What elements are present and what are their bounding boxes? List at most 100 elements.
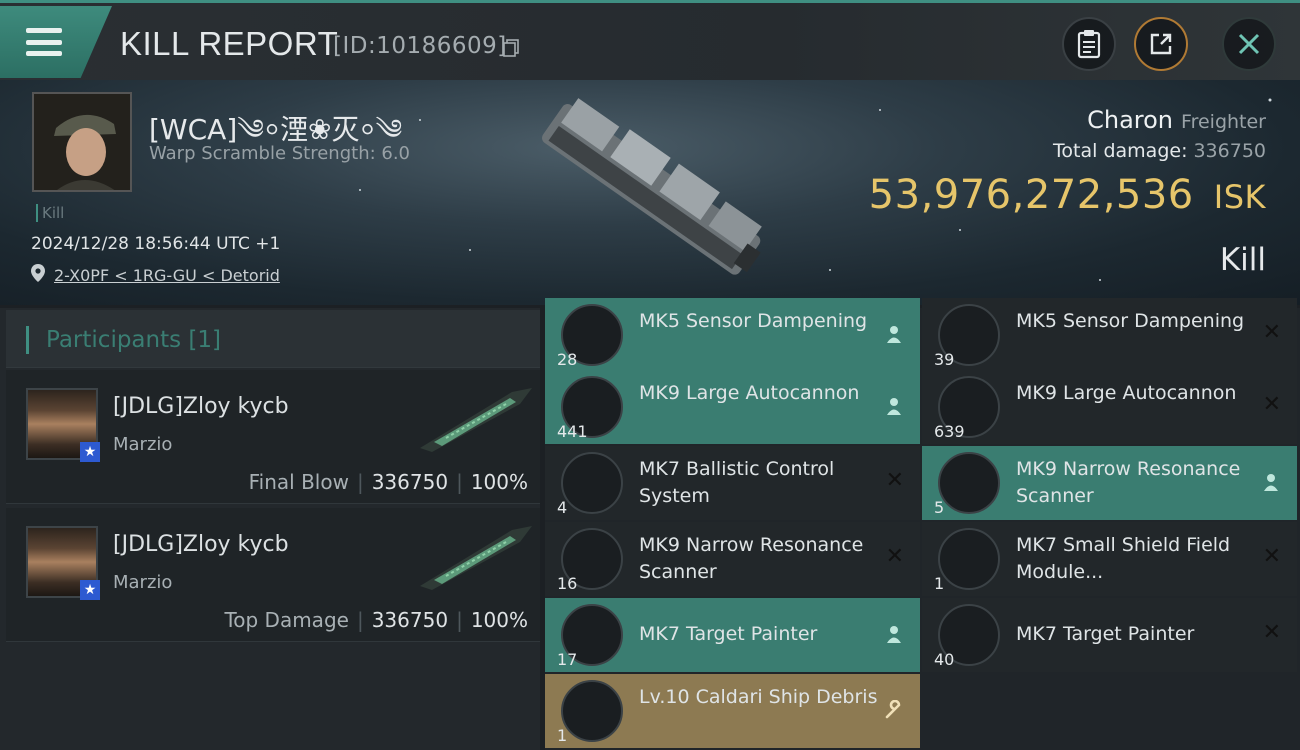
- participants-title: Participants [1]: [46, 327, 222, 353]
- items-grid: 28 MK5 Sensor Dampening 39 MK5 Sensor Da…: [545, 298, 1300, 750]
- item-name: MK7 Ballistic Control System: [639, 458, 835, 507]
- participants-header: Participants [1]: [6, 310, 540, 368]
- item-quantity: 4: [557, 498, 568, 517]
- close-button[interactable]: [1222, 17, 1276, 71]
- item-row[interactable]: 5 MK9 Narrow Resonance Scanner: [922, 446, 1297, 520]
- total-damage-label: Total damage:: [1053, 140, 1188, 162]
- copy-icon[interactable]: [503, 39, 519, 57]
- victim-avatar[interactable]: [32, 92, 132, 192]
- report-id: [ID:10186609]: [333, 33, 507, 59]
- item-name: Lv.10 Caldari Ship Debris: [639, 686, 878, 708]
- hamburger-icon: [26, 28, 62, 56]
- location-pin-icon: [31, 264, 45, 282]
- item-quantity: 5: [934, 498, 945, 517]
- kill-location-link[interactable]: 2-X0PF < 1RG-GU < Detorid: [54, 266, 280, 285]
- warp-scramble-strength: Warp Scramble Strength: 6.0: [149, 143, 411, 164]
- participant-card[interactable]: ★ [JDLG]Zloy kycb Marzio Final Blow | 3367…: [6, 370, 540, 504]
- item-quantity: 1: [557, 726, 568, 745]
- item-row[interactable]: 40 MK7 Target Painter ✕: [922, 598, 1297, 672]
- item-quantity: 1: [934, 574, 945, 593]
- close-icon: [1238, 33, 1260, 55]
- participant-ship-image: [420, 526, 532, 590]
- menu-button[interactable]: [0, 6, 112, 78]
- participants-panel: Participants [1] ★ [JDLG]Zloy kycb Marzi…: [0, 308, 540, 750]
- item-quantity: 17: [557, 650, 578, 669]
- item-name: MK7 Target Painter: [639, 623, 818, 645]
- participant-ship: Marzio: [113, 434, 173, 455]
- person-icon: [887, 626, 901, 643]
- wrench-icon: [885, 700, 901, 719]
- total-damage: Total damage: 336750: [1053, 140, 1266, 162]
- ship-class: Freighter: [1181, 111, 1266, 133]
- person-icon: [1264, 474, 1278, 491]
- freighter-ship-image: [542, 98, 762, 275]
- isk-unit: ISK: [1213, 178, 1266, 216]
- destroyed-x-icon: ✕: [885, 468, 904, 493]
- destroyed-x-icon: ✕: [1262, 392, 1281, 417]
- participant-ship-image: [420, 388, 532, 452]
- participant-role: Top Damage: [224, 608, 349, 632]
- item-row[interactable]: 39 MK5 Sensor Dampening ✕: [922, 298, 1297, 372]
- item-row[interactable]: 1 Lv.10 Caldari Ship Debris: [545, 674, 920, 748]
- item-quantity: 40: [934, 650, 955, 669]
- victim-banner: [WCA]༄⸰湮❀灭⸰༄ Warp Scramble Strength: 6.0…: [0, 80, 1300, 305]
- kill-result-label: Kill: [1219, 242, 1266, 278]
- destroyed-x-icon: ✕: [1262, 544, 1281, 569]
- item-row[interactable]: 639 MK9 Large Autocannon ✕: [922, 370, 1297, 444]
- total-damage-value: 336750: [1193, 140, 1266, 162]
- page-title: KILL REPORT: [120, 25, 339, 62]
- person-icon: [887, 398, 901, 415]
- participant-role: Final Blow: [248, 470, 349, 494]
- clipboard-button[interactable]: [1062, 17, 1116, 71]
- item-row[interactable]: 441 MK9 Large Autocannon: [545, 370, 920, 444]
- item-name: MK7 Target Painter: [1016, 623, 1195, 645]
- participant-damage: 336750: [371, 608, 449, 632]
- item-name: MK9 Large Autocannon: [639, 382, 860, 404]
- share-icon: [1150, 33, 1172, 55]
- item-quantity: 28: [557, 350, 578, 369]
- destroyed-x-icon: ✕: [885, 544, 904, 569]
- ship-type: Charon: [1087, 106, 1174, 134]
- clipboard-icon: [1077, 30, 1101, 59]
- item-name: MK5 Sensor Dampening: [1016, 310, 1245, 332]
- victim-name[interactable]: [WCA]༄⸰湮❀灭⸰༄: [149, 98, 402, 177]
- kill-datetime: 2024/12/28 18:56:44 UTC +1: [31, 234, 281, 254]
- item-row[interactable]: 1 MK7 Small Shield Field Module... ✕: [922, 522, 1297, 596]
- item-name: MK9 Narrow Resonance Scanner: [1016, 458, 1241, 507]
- item-name: MK5 Sensor Dampening: [639, 310, 868, 332]
- ship-debris-icon: [561, 680, 623, 742]
- participant-ship: Marzio: [113, 572, 173, 593]
- person-icon: [887, 326, 901, 343]
- resonance-scanner-icon: [938, 452, 1000, 514]
- ballistic-control-icon: [561, 452, 623, 514]
- star-icon: ★: [80, 580, 100, 600]
- participant-stat: Top Damage | 336750 | 100%: [224, 608, 528, 632]
- share-button[interactable]: [1134, 17, 1188, 71]
- item-quantity: 639: [934, 422, 965, 441]
- participant-card[interactable]: ★ [JDLG]Zloy kycb Marzio Top Damage | 3367…: [6, 508, 540, 642]
- item-name: MK9 Narrow Resonance Scanner: [639, 534, 864, 583]
- destroyed-x-icon: ✕: [1262, 620, 1281, 645]
- participant-stat: Final Blow | 336750 | 100%: [248, 470, 528, 494]
- participant-percent: 100%: [470, 608, 528, 632]
- item-row[interactable]: 17 MK7 Target Painter: [545, 598, 920, 672]
- shield-module-icon: [938, 528, 1000, 590]
- isk-amount: 53,976,272,536: [868, 172, 1194, 218]
- item-row[interactable]: 28 MK5 Sensor Dampening: [545, 298, 920, 372]
- victim-ship-name: Charon Freighter: [1087, 106, 1266, 134]
- item-quantity: 441: [557, 422, 588, 441]
- item-row[interactable]: 4 MK7 Ballistic Control System ✕: [545, 446, 920, 520]
- participant-percent: 100%: [470, 470, 528, 494]
- isk-value: 53,976,272,536 ISK: [869, 172, 1266, 218]
- item-quantity: 39: [934, 350, 955, 369]
- participant-name[interactable]: [JDLG]Zloy kycb: [113, 532, 289, 557]
- kill-tag: Kill: [36, 204, 64, 222]
- destroyed-x-icon: ✕: [1262, 320, 1281, 345]
- item-name: MK9 Large Autocannon: [1016, 382, 1237, 404]
- participant-name[interactable]: [JDLG]Zloy kycb: [113, 394, 289, 419]
- participant-damage: 336750: [371, 470, 449, 494]
- top-bar: KILL REPORT [ID:10186609]: [0, 0, 1300, 80]
- star-icon: ★: [80, 442, 100, 462]
- item-row[interactable]: 16 MK9 Narrow Resonance Scanner ✕: [545, 522, 920, 596]
- item-name: MK7 Small Shield Field Module...: [1016, 534, 1231, 583]
